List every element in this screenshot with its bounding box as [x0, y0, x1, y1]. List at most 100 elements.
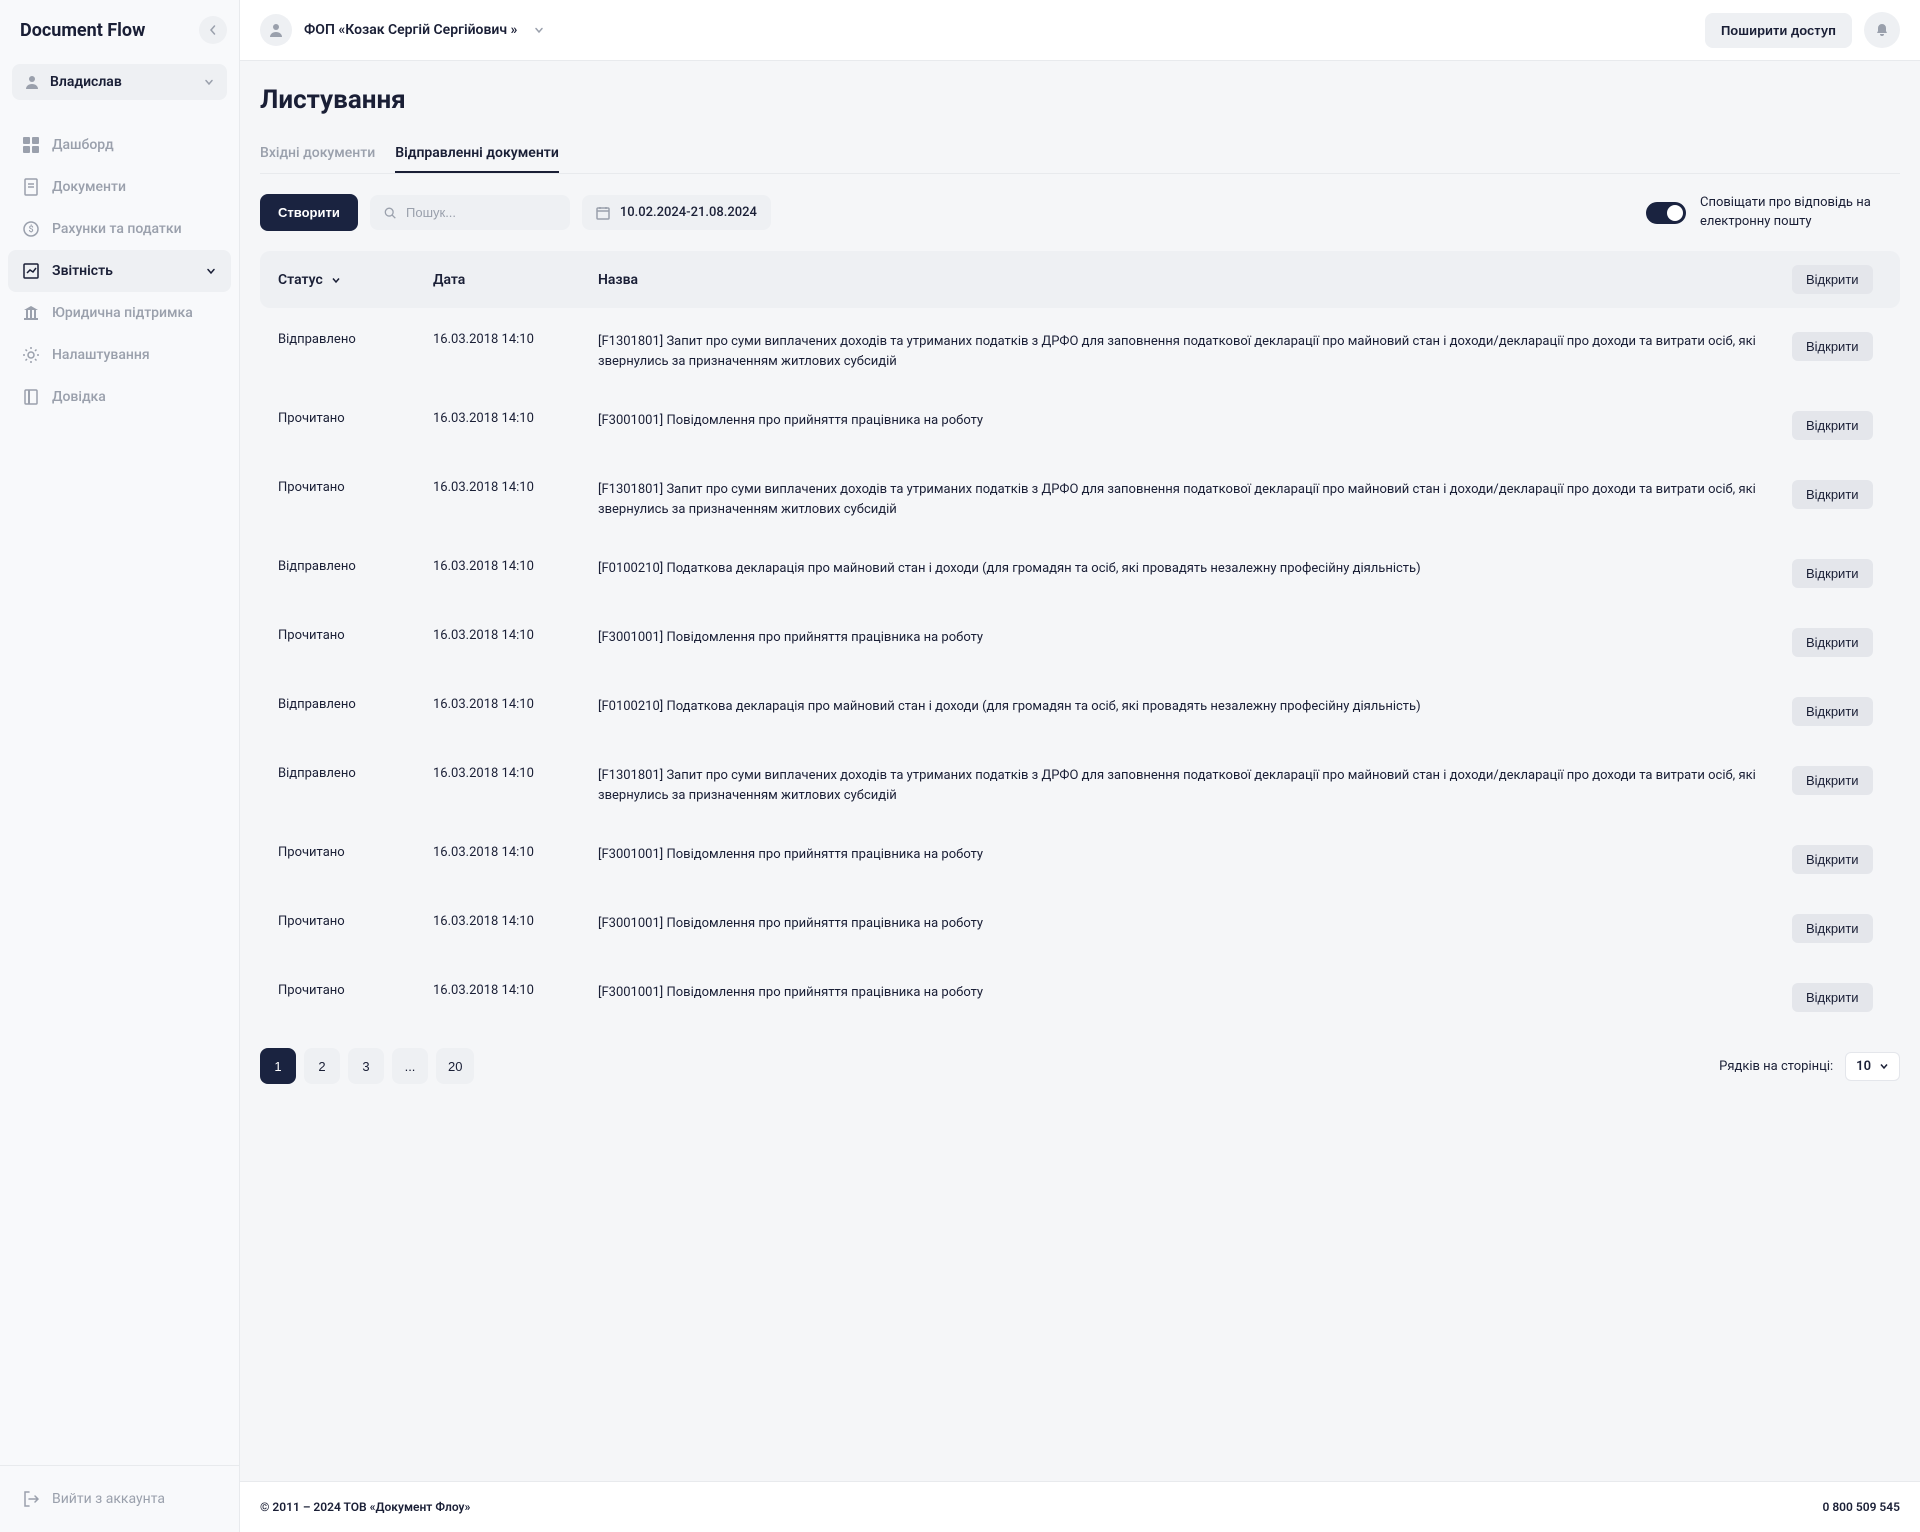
row-action: Відкрити — [1792, 697, 1882, 726]
col-title: Назва — [598, 272, 1792, 288]
header-open-button[interactable]: Відкрити — [1792, 265, 1873, 294]
rows-per-value: 10 — [1856, 1059, 1871, 1074]
row-status: Прочитано — [278, 914, 433, 929]
row-date: 16.03.2018 14:10 — [433, 411, 598, 426]
open-button[interactable]: Відкрити — [1792, 983, 1873, 1012]
open-button[interactable]: Відкрити — [1792, 628, 1873, 657]
chevron-down-icon — [205, 265, 217, 277]
row-status: Відправлено — [278, 559, 433, 574]
sidebar-footer: Вийти з аккаунта — [0, 1465, 239, 1532]
open-button[interactable]: Відкрити — [1792, 766, 1873, 795]
org-avatar — [260, 14, 292, 46]
logout-button[interactable]: Вийти з аккаунта — [8, 1478, 231, 1520]
table-row: Відправлено 16.03.2018 14:10 [F0100210] … — [260, 543, 1900, 604]
notify-toggle[interactable] — [1646, 202, 1686, 224]
nav-label: Налаштування — [52, 347, 150, 363]
notifications-button[interactable] — [1864, 12, 1900, 48]
nav-item-dashboard[interactable]: Дашборд — [8, 124, 231, 166]
document-icon — [22, 178, 40, 196]
row-date: 16.03.2018 14:10 — [433, 332, 598, 347]
page-3[interactable]: 3 — [348, 1048, 384, 1084]
chevron-down-icon — [203, 76, 215, 88]
open-button[interactable]: Відкрити — [1792, 411, 1873, 440]
open-button[interactable]: Відкрити — [1792, 914, 1873, 943]
user-selector[interactable]: Владислав — [12, 64, 227, 100]
logout-icon — [22, 1490, 40, 1508]
rows-per-select[interactable]: 10 — [1845, 1052, 1900, 1081]
row-status: Відправлено — [278, 697, 433, 712]
chevron-down-icon — [331, 275, 341, 285]
date-range-picker[interactable]: 10.02.2024-21.08.2024 — [582, 195, 771, 230]
row-date: 16.03.2018 14:10 — [433, 914, 598, 929]
table-row: Прочитано 16.03.2018 14:10 [F3001001] По… — [260, 829, 1900, 890]
row-action: Відкрити — [1792, 559, 1882, 588]
page-1[interactable]: 1 — [260, 1048, 296, 1084]
controls: Створити 10.02.2024-21.08.2024 Сповіщати… — [260, 194, 1900, 231]
nav-item-documents[interactable]: Документи — [8, 166, 231, 208]
row-title: [F0100210] Податкова декларація про майн… — [598, 559, 1792, 579]
table-row: Прочитано 16.03.2018 14:10 [F3001001] По… — [260, 395, 1900, 456]
row-action: Відкрити — [1792, 983, 1882, 1012]
row-status: Відправлено — [278, 766, 433, 781]
col-status[interactable]: Статус — [278, 272, 433, 288]
table-row: Відправлено 16.03.2018 14:10 [F1301801] … — [260, 750, 1900, 821]
col-date: Дата — [433, 272, 598, 288]
nav: Дашборд Документи $ Рахунки та податки З… — [0, 124, 239, 1465]
search-input[interactable] — [406, 205, 556, 220]
tab-sent[interactable]: Відправленні документи — [395, 135, 559, 173]
page-ellipsis[interactable]: ... — [392, 1048, 428, 1084]
create-button[interactable]: Створити — [260, 194, 358, 231]
sidebar-collapse-button[interactable] — [199, 16, 227, 44]
share-access-button[interactable]: Поширити доступ — [1705, 13, 1852, 48]
sidebar: Document Flow Владислав Дашборд Документ… — [0, 0, 240, 1532]
nav-item-help[interactable]: Довідка — [8, 376, 231, 418]
chevron-down-icon — [1879, 1061, 1889, 1071]
rows-per-page: Рядків на сторінці: 10 — [1719, 1052, 1900, 1081]
pages: 1 2 3 ... 20 — [260, 1048, 474, 1084]
table-row: Прочитано 16.03.2018 14:10 [F1301801] За… — [260, 464, 1900, 535]
row-date: 16.03.2018 14:10 — [433, 480, 598, 495]
row-status: Відправлено — [278, 332, 433, 347]
logo: Document Flow — [12, 20, 145, 41]
row-date: 16.03.2018 14:10 — [433, 766, 598, 781]
footer-copyright: © 2011 – 2024 ТОВ «Документ Флоу» — [260, 1500, 470, 1514]
page-last[interactable]: 20 — [436, 1048, 474, 1084]
row-action: Відкрити — [1792, 845, 1882, 874]
sidebar-header: Document Flow — [0, 0, 239, 60]
row-title: [F3001001] Повідомлення про прийняття пр… — [598, 628, 1792, 648]
row-title: [F0100210] Податкова декларація про майн… — [598, 697, 1792, 717]
open-button[interactable]: Відкрити — [1792, 480, 1873, 509]
nav-item-legal[interactable]: Юридична підтримка — [8, 292, 231, 334]
money-icon: $ — [22, 220, 40, 238]
open-button[interactable]: Відкрити — [1792, 697, 1873, 726]
page-2[interactable]: 2 — [304, 1048, 340, 1084]
tab-inbox[interactable]: Вхідні документи — [260, 135, 375, 173]
help-icon — [22, 388, 40, 406]
row-status: Прочитано — [278, 845, 433, 860]
nav-item-invoices[interactable]: $ Рахунки та податки — [8, 208, 231, 250]
search-box[interactable] — [370, 195, 570, 230]
open-button[interactable]: Відкрити — [1792, 332, 1873, 361]
open-button[interactable]: Відкрити — [1792, 559, 1873, 588]
svg-text:$: $ — [28, 224, 33, 235]
pagination: 1 2 3 ... 20 Рядків на сторінці: 10 — [260, 1048, 1900, 1084]
nav-item-settings[interactable]: Налаштування — [8, 334, 231, 376]
col-action: Відкрити — [1792, 265, 1882, 294]
calendar-icon — [596, 206, 610, 220]
topbar: ФОП «Козак Сергій Сергійович » Поширити … — [240, 0, 1920, 61]
row-title: [F3001001] Повідомлення про прийняття пр… — [598, 914, 1792, 934]
row-action: Відкрити — [1792, 766, 1882, 795]
org-chevron-icon[interactable] — [533, 24, 545, 36]
user-name: Владислав — [50, 74, 193, 90]
nav-label: Довідка — [52, 389, 106, 405]
row-date: 16.03.2018 14:10 — [433, 845, 598, 860]
gear-icon — [22, 346, 40, 364]
row-title: [F1301801] Запит про суми виплачених дох… — [598, 766, 1792, 805]
row-status: Прочитано — [278, 983, 433, 998]
footer: © 2011 – 2024 ТОВ «Документ Флоу» 0 800 … — [240, 1481, 1920, 1532]
open-button[interactable]: Відкрити — [1792, 845, 1873, 874]
table-row: Відправлено 16.03.2018 14:10 [F0100210] … — [260, 681, 1900, 742]
footer-phone: 0 800 509 545 — [1822, 1500, 1900, 1514]
nav-item-reports[interactable]: Звітність — [8, 250, 231, 292]
bell-icon — [1874, 22, 1890, 38]
